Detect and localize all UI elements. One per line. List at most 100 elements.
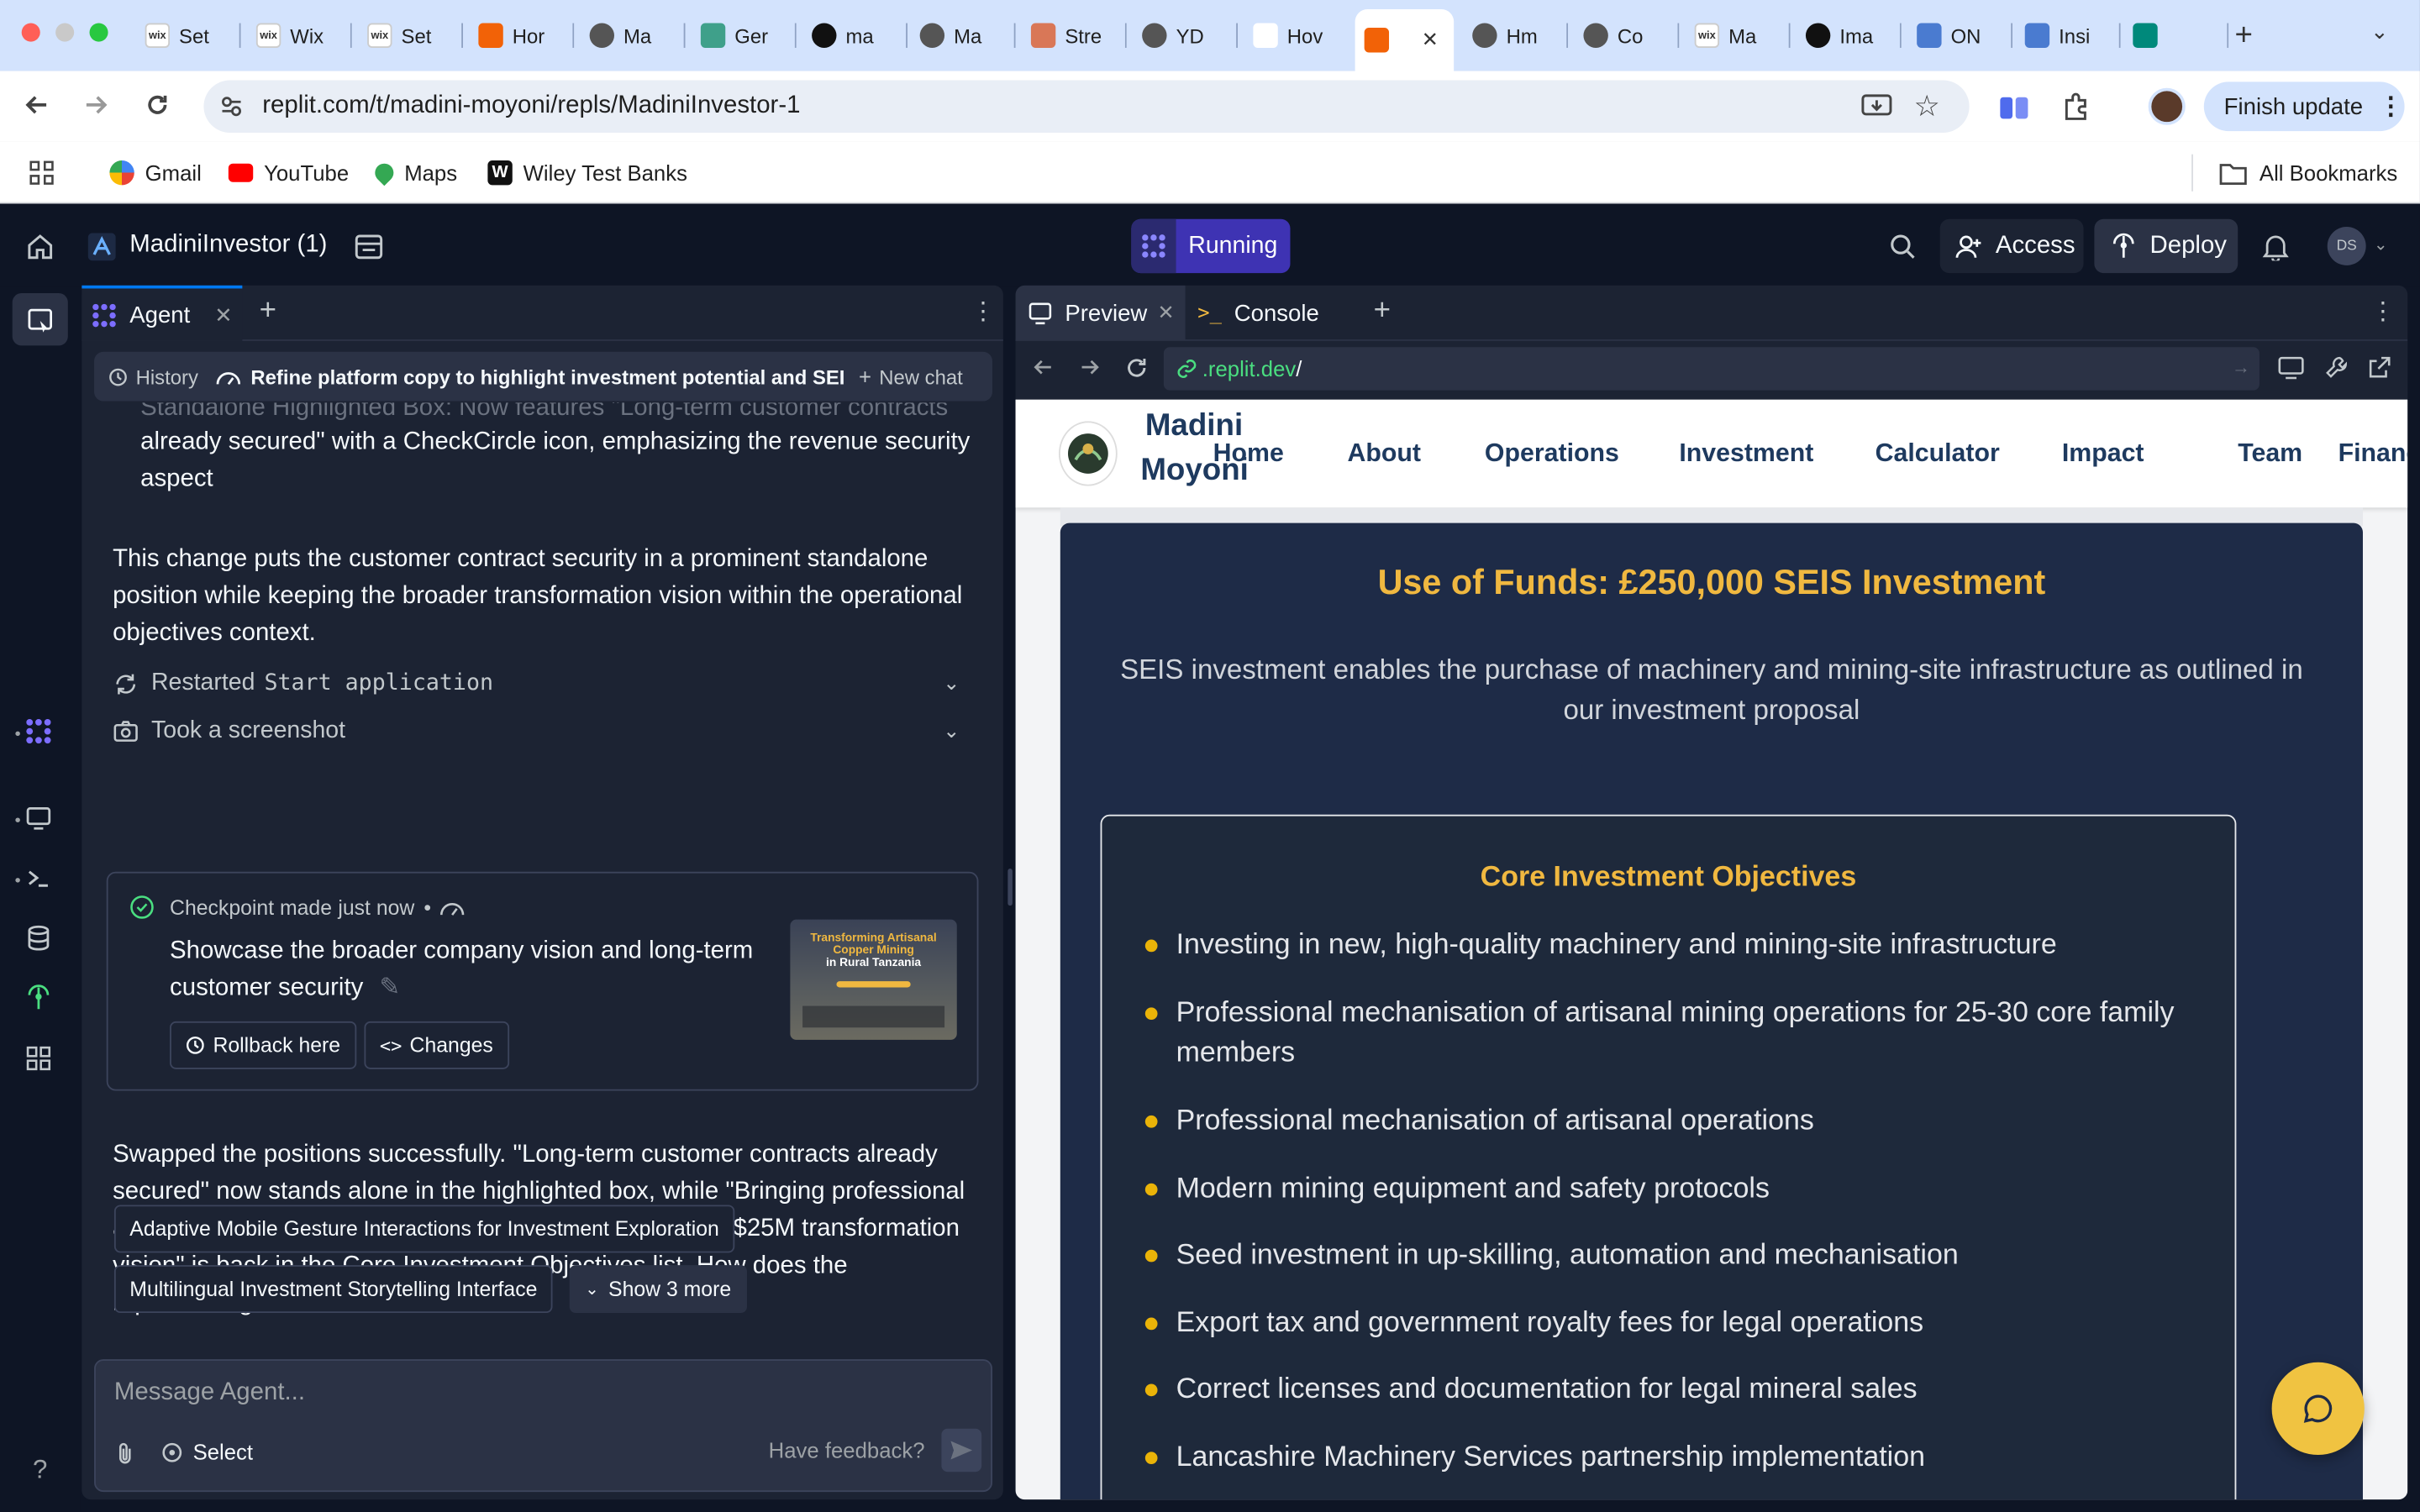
- project-name[interactable]: MadiniInvestor (1): [129, 232, 327, 260]
- site-nav-link-investment[interactable]: Investment: [1679, 439, 1813, 469]
- user-avatar[interactable]: DS: [2327, 226, 2366, 265]
- show-more-button[interactable]: ⌄ Show 3 more: [569, 1265, 747, 1314]
- browser-tab[interactable]: Co: [1574, 13, 1680, 59]
- browser-tab[interactable]: Hov: [1244, 13, 1349, 59]
- devtools-wrench-icon[interactable]: [2324, 354, 2349, 379]
- finish-update-button[interactable]: Finish update ⋮: [2203, 81, 2405, 132]
- maximize-window-button[interactable]: [89, 23, 108, 42]
- chat-support-button[interactable]: [2271, 1362, 2365, 1456]
- site-logo[interactable]: [1058, 421, 1118, 486]
- browser-tab[interactable]: wix Set: [358, 13, 464, 59]
- files-tool-button[interactable]: [12, 292, 68, 346]
- browser-tab[interactable]: Ma: [581, 13, 686, 59]
- activity-screenshot[interactable]: Took a screenshot ⌄: [113, 713, 977, 750]
- extension-icon[interactable]: [1999, 92, 2030, 123]
- tab-search-icon[interactable]: ⌄: [2370, 20, 2389, 42]
- chat-title[interactable]: Refine platform copy to highlight invest…: [217, 365, 846, 388]
- address-bar[interactable]: replit.com/t/madini-moyoni/repls/MadiniI…: [203, 80, 1970, 133]
- send-button[interactable]: [941, 1428, 982, 1473]
- browser-tab[interactable]: ma: [802, 13, 908, 59]
- site-nav-link-team[interactable]: Team: [2238, 439, 2302, 469]
- deploy-button[interactable]: Deploy: [2094, 218, 2238, 274]
- bookmark-youtube[interactable]: YouTube: [228, 160, 349, 185]
- run-status-button[interactable]: Running: [1131, 218, 1291, 274]
- pane-menu-icon[interactable]: ⋮: [2370, 297, 2395, 328]
- bookmark-maps[interactable]: Maps: [371, 160, 457, 186]
- browser-tab[interactable]: wix Wix: [247, 13, 352, 59]
- database-tool-icon[interactable]: [24, 924, 55, 955]
- site-nav-link-home[interactable]: Home: [1213, 439, 1284, 469]
- browser-tab[interactable]: Hm: [1463, 13, 1569, 59]
- access-button[interactable]: Access: [1939, 218, 2084, 274]
- browser-tab[interactable]: Insi: [2016, 13, 2121, 59]
- tab-preview[interactable]: Preview ✕: [1015, 285, 1186, 341]
- edit-pencil-icon[interactable]: ✎: [380, 975, 401, 1001]
- add-tab-icon[interactable]: +: [260, 295, 276, 328]
- browser-tab[interactable]: [2123, 13, 2229, 59]
- install-app-icon[interactable]: [1861, 92, 1892, 120]
- history-button[interactable]: History: [108, 365, 198, 388]
- suggestion-chip[interactable]: Adaptive Mobile Gesture Interactions for…: [113, 1205, 735, 1253]
- browser-tab[interactable]: Ger: [692, 13, 797, 59]
- preview-url-bar[interactable]: .replit.dev / →: [1163, 347, 2260, 391]
- preview-tool-icon[interactable]: [24, 804, 55, 835]
- activity-restarted[interactable]: Restarted Start application ⌄: [113, 665, 977, 702]
- close-tab-icon[interactable]: ✕: [214, 302, 233, 328]
- console-tool-icon[interactable]: [24, 864, 55, 895]
- home-icon[interactable]: [26, 233, 54, 260]
- bookmark-gmail[interactable]: Gmail: [109, 160, 202, 186]
- apps-grid-icon[interactable]: [29, 160, 54, 185]
- checkpoint-screenshot-thumbnail[interactable]: Transforming Artisanal Copper Mining in …: [790, 919, 957, 1040]
- back-icon[interactable]: [24, 91, 51, 118]
- site-nav-link-calculator[interactable]: Calculator: [1876, 439, 2000, 469]
- close-tab-icon[interactable]: ✕: [1158, 301, 1175, 325]
- select-element-button[interactable]: Select: [160, 1440, 253, 1464]
- agent-tool-icon[interactable]: [24, 717, 55, 748]
- deployments-tool-icon[interactable]: [24, 984, 55, 1016]
- all-bookmarks[interactable]: All Bookmarks: [2219, 160, 2397, 185]
- browser-tab[interactable]: Ima: [1797, 13, 1902, 59]
- help-icon[interactable]: ?: [24, 1455, 55, 1486]
- site-nav-link-finance[interactable]: Finance: [2338, 439, 2408, 469]
- new-tab-icon[interactable]: +: [2235, 20, 2253, 51]
- close-tab-icon[interactable]: ✕: [1422, 28, 1439, 52]
- preview-back-icon[interactable]: [1031, 354, 1055, 379]
- message-agent-input[interactable]: Message Agent...: [114, 1379, 305, 1407]
- preview-reload-icon[interactable]: [1123, 354, 1150, 381]
- browser-tab[interactable]: wix Set: [136, 13, 241, 59]
- pane-resize-handle[interactable]: [1007, 869, 1013, 906]
- browser-tab[interactable]: ON: [1907, 13, 2013, 59]
- tab-console[interactable]: >_ Console: [1197, 286, 1319, 341]
- site-nav-link-operations[interactable]: Operations: [1485, 439, 1619, 469]
- user-menu-chevron-icon[interactable]: ⌄: [2374, 234, 2388, 255]
- browser-tab[interactable]: YD: [1133, 13, 1239, 59]
- close-window-button[interactable]: [21, 23, 40, 42]
- site-nav-link-about[interactable]: About: [1347, 439, 1421, 469]
- open-new-tab-icon[interactable]: [2367, 354, 2391, 379]
- go-arrow-icon[interactable]: →: [2232, 356, 2250, 378]
- feedback-link[interactable]: Have feedback?: [769, 1438, 925, 1462]
- site-nav-link-impact[interactable]: Impact: [2062, 439, 2144, 469]
- bookmark-star-icon[interactable]: ☆: [1914, 90, 1940, 125]
- profile-avatar[interactable]: [2148, 87, 2186, 125]
- changes-button[interactable]: <> Changes: [364, 1021, 509, 1069]
- attach-paperclip-icon[interactable]: [114, 1441, 136, 1465]
- device-preview-icon[interactable]: [2278, 356, 2304, 380]
- browser-tab[interactable]: Stre: [1022, 13, 1127, 59]
- browser-tab[interactable]: Ma: [911, 13, 1016, 59]
- add-tab-icon[interactable]: +: [1374, 295, 1391, 328]
- bookmark-wiley[interactable]: W Wiley Test Banks: [487, 160, 687, 186]
- pane-menu-icon[interactable]: ⋮: [971, 297, 995, 328]
- browser-tab[interactable]: wix Ma: [1686, 13, 1791, 59]
- all-tools-grid-icon[interactable]: [24, 1044, 55, 1075]
- extensions-puzzle-icon[interactable]: [2062, 91, 2093, 122]
- reload-icon[interactable]: [144, 91, 171, 118]
- notifications-bell-icon[interactable]: [2262, 233, 2289, 261]
- browser-tab[interactable]: Hor: [469, 13, 575, 59]
- forward-icon[interactable]: [82, 91, 109, 118]
- search-icon[interactable]: [1889, 233, 1917, 260]
- project-details-icon[interactable]: [354, 232, 385, 263]
- site-brand-line-1[interactable]: Madini: [1145, 409, 1243, 443]
- suggestion-chip[interactable]: Multilingual Investment Storytelling Int…: [113, 1265, 553, 1314]
- rollback-button[interactable]: Rollback here: [170, 1021, 356, 1069]
